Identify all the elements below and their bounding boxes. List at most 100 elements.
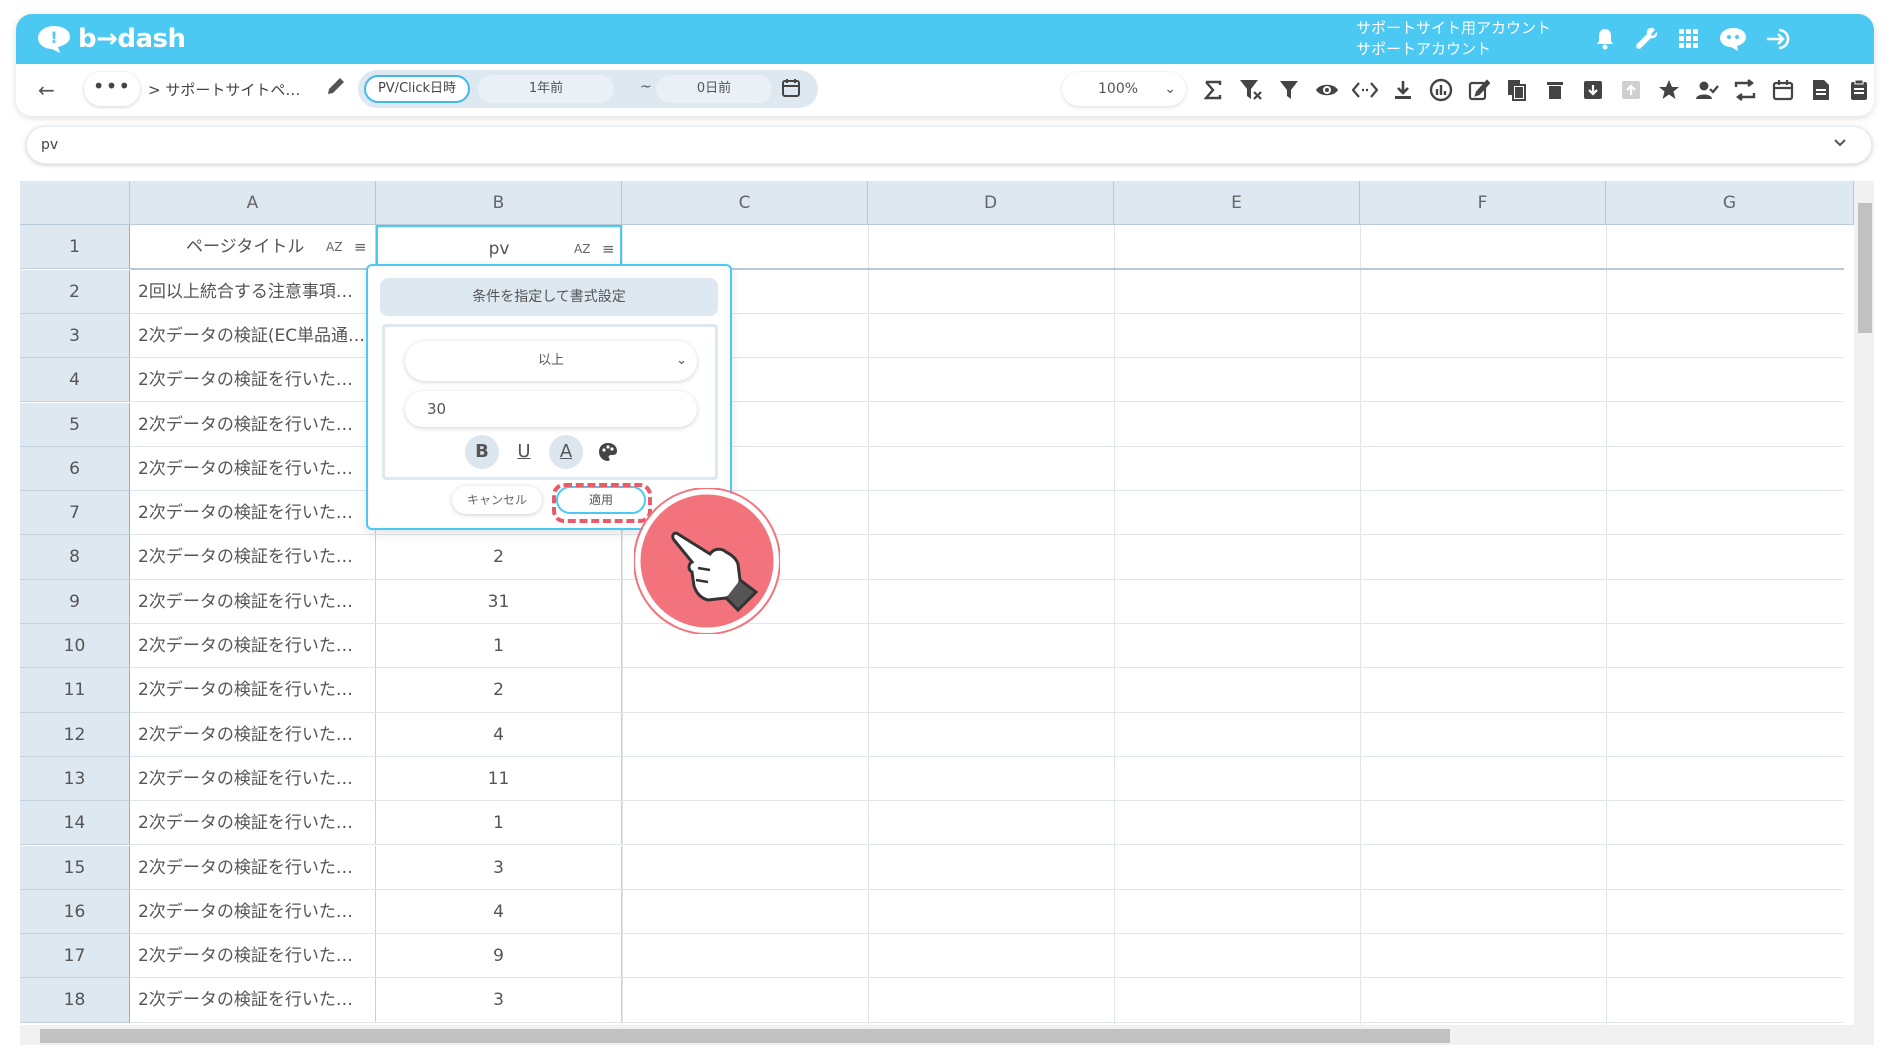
- condition-value-input[interactable]: 30: [405, 391, 697, 427]
- row-header[interactable]: 12: [20, 712, 130, 757]
- code-icon[interactable]: [1346, 74, 1384, 106]
- sheet-selector[interactable]: pv: [26, 126, 1872, 164]
- back-arrow-icon[interactable]: ←: [38, 78, 55, 102]
- page-title-cell[interactable]: 2次データの検証を行いた…: [130, 358, 376, 402]
- page-title-cell[interactable]: 2次データの検証(EC単品通…: [130, 313, 376, 358]
- wrench-icon[interactable]: [1630, 24, 1664, 54]
- page-title-cell[interactable]: 2次データの検証を行いた…: [130, 624, 376, 668]
- pv-cell[interactable]: 4: [376, 712, 622, 756]
- row-header[interactable]: 17: [20, 934, 130, 979]
- pv-cell[interactable]: 1: [376, 801, 622, 845]
- date-to-field[interactable]: 0日前: [656, 75, 772, 103]
- more-breadcrumb-button[interactable]: •••: [84, 72, 140, 106]
- zoom-select[interactable]: 100% ⌄: [1062, 72, 1186, 106]
- column-header-e[interactable]: E: [1114, 181, 1360, 225]
- document-icon[interactable]: [1802, 74, 1840, 106]
- pv-cell[interactable]: 1: [376, 624, 622, 668]
- palette-icon[interactable]: [591, 435, 625, 469]
- vertical-scroll-thumb[interactable]: [1858, 203, 1872, 333]
- row-header[interactable]: 2: [20, 269, 130, 314]
- filter-icon[interactable]: [1270, 74, 1308, 106]
- bell-icon[interactable]: [1588, 24, 1622, 54]
- column-header-b[interactable]: B: [376, 181, 622, 225]
- page-title-cell[interactable]: 2次データの検証を行いた…: [130, 889, 376, 934]
- apps-grid-icon[interactable]: [1672, 24, 1706, 54]
- date-from-field[interactable]: 1年前: [478, 75, 614, 103]
- logout-icon[interactable]: [1762, 24, 1796, 54]
- vertical-scrollbar[interactable]: [1854, 181, 1874, 1025]
- font-color-icon[interactable]: A: [549, 435, 583, 469]
- page-title-cell[interactable]: 2次データの検証を行いた…: [130, 491, 376, 535]
- row-header[interactable]: 14: [20, 801, 130, 846]
- support-chat-icon[interactable]: [1716, 24, 1750, 54]
- page-title-cell[interactable]: 2次データの検証を行いた…: [130, 845, 376, 889]
- page-title-cell[interactable]: 2次データの検証を行いた…: [130, 801, 376, 845]
- clear-filter-icon[interactable]: [1232, 74, 1270, 106]
- page-title-cell[interactable]: 2次データの検証を行いた…: [130, 668, 376, 712]
- eye-icon[interactable]: [1308, 74, 1346, 106]
- sum-icon[interactable]: [1194, 74, 1232, 106]
- row-header[interactable]: 16: [20, 889, 130, 935]
- row-header[interactable]: 8: [20, 535, 130, 580]
- row-header[interactable]: 9: [20, 579, 130, 624]
- pv-cell[interactable]: 2: [376, 668, 622, 712]
- column-filter-icon[interactable]: ≡: [354, 225, 367, 268]
- chart-analysis-icon[interactable]: [1422, 74, 1460, 106]
- row-header[interactable]: 18: [20, 978, 130, 1023]
- column-header-f[interactable]: F: [1360, 181, 1606, 225]
- date-type-button[interactable]: PV/Click日時: [364, 75, 470, 103]
- trash-icon[interactable]: [1536, 74, 1574, 106]
- page-title-cell[interactable]: 2次データの検証を行いた…: [130, 712, 376, 756]
- page-title-cell[interactable]: 2次データの検証を行いた…: [130, 402, 376, 446]
- copy-icon[interactable]: [1498, 74, 1536, 106]
- clipboard-icon[interactable]: [1840, 74, 1878, 106]
- pv-cell[interactable]: 3: [376, 845, 622, 889]
- schedule-calendar-icon[interactable]: [1764, 74, 1802, 106]
- page-title-cell[interactable]: 2次データの検証を行いた…: [130, 756, 376, 801]
- page-title-cell[interactable]: 2次データの検証を行いた…: [130, 978, 376, 1022]
- page-title-cell[interactable]: 2次データの検証を行いた…: [130, 934, 376, 978]
- user-check-icon[interactable]: [1688, 74, 1726, 106]
- pencil-icon[interactable]: [326, 76, 346, 100]
- archive-icon[interactable]: [1574, 74, 1612, 106]
- row-header[interactable]: 6: [20, 446, 130, 492]
- pv-cell[interactable]: 11: [376, 756, 622, 801]
- row-header[interactable]: 15: [20, 845, 130, 890]
- corner-cell[interactable]: [20, 181, 130, 225]
- calendar-icon[interactable]: [780, 77, 802, 103]
- page-title-cell[interactable]: 2次データの検証を行いた…: [130, 535, 376, 579]
- sort-az-icon[interactable]: AZ: [326, 225, 342, 268]
- column-header-d[interactable]: D: [868, 181, 1114, 225]
- row-header[interactable]: 7: [20, 491, 130, 536]
- star-icon[interactable]: [1650, 74, 1688, 106]
- header-cell-page-title[interactable]: ページタイトル AZ ≡: [130, 225, 376, 269]
- column-header-g[interactable]: G: [1606, 181, 1854, 225]
- sync-icon[interactable]: [1726, 74, 1764, 106]
- page-title-cell[interactable]: 2次データの検証を行いた…: [130, 579, 376, 623]
- pv-cell[interactable]: 4: [376, 889, 622, 934]
- bold-icon[interactable]: B: [465, 435, 499, 469]
- pv-cell[interactable]: 31: [376, 579, 622, 623]
- pv-cell[interactable]: 2: [376, 535, 622, 579]
- row-header[interactable]: 11: [20, 668, 130, 713]
- row-header[interactable]: 10: [20, 624, 130, 669]
- bdash-logo[interactable]: ! b→dash: [36, 24, 186, 54]
- underline-icon[interactable]: U: [507, 435, 541, 469]
- pv-cell[interactable]: 3: [376, 978, 622, 1022]
- row-header[interactable]: 13: [20, 756, 130, 802]
- unarchive-icon[interactable]: [1612, 74, 1650, 106]
- horizontal-scrollbar[interactable]: [20, 1025, 1874, 1045]
- row-header[interactable]: 5: [20, 402, 130, 447]
- column-header-c[interactable]: C: [622, 181, 868, 225]
- row-header[interactable]: 1: [20, 225, 130, 270]
- edit-note-icon[interactable]: [1460, 74, 1498, 106]
- page-title-cell[interactable]: 2次データの検証を行いた…: [130, 446, 376, 491]
- row-header[interactable]: 4: [20, 358, 130, 403]
- condition-select[interactable]: 以上 ⌄: [405, 341, 697, 381]
- row-header[interactable]: 3: [20, 313, 130, 359]
- cancel-button[interactable]: キャンセル: [452, 486, 542, 514]
- pv-cell[interactable]: 9: [376, 934, 622, 978]
- breadcrumb[interactable]: > サポートサイトペ…: [148, 79, 300, 100]
- page-title-cell[interactable]: 2回以上統合する注意事項…: [130, 269, 376, 313]
- header-cell-pv[interactable]: pv AZ ≡: [376, 225, 622, 269]
